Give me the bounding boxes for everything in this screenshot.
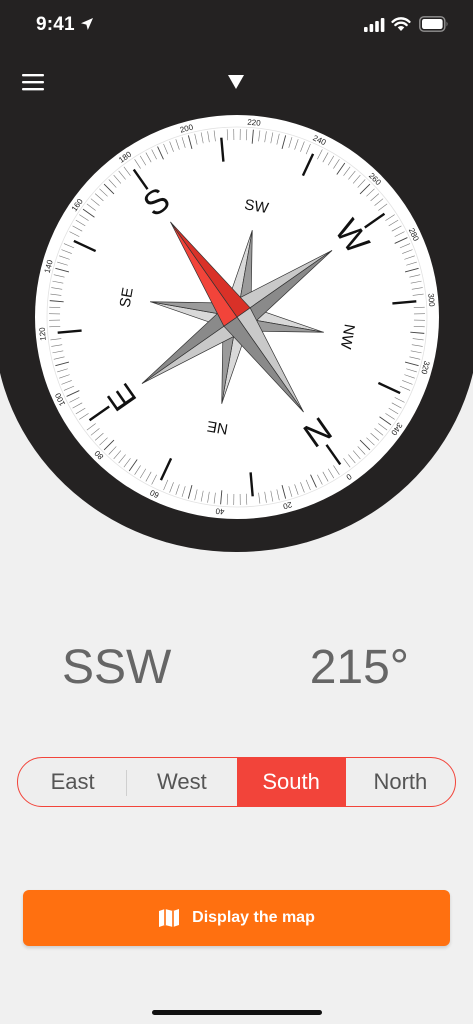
display-map-label: Display the map: [192, 909, 315, 926]
degree-label: 220: [247, 118, 262, 128]
cellular-signal-icon: [364, 18, 385, 32]
direction-readout: SSW: [62, 641, 172, 694]
direction-segmented-control: East West South North: [17, 757, 456, 807]
compass-dial[interactable]: 020406080100120140160180200 2202402602803…: [35, 115, 439, 519]
compass-screen: 9:41 0 20 40 60 80 100 120 140 160 180 2…: [0, 0, 473, 1024]
degree-label: 120: [38, 326, 48, 341]
triangle-down-icon: [228, 75, 244, 89]
degree-label: 40: [215, 506, 225, 516]
degree-readout: 215°: [309, 641, 409, 694]
segment-west[interactable]: West: [127, 758, 236, 806]
direction-letter: SE: [117, 286, 137, 309]
degree-label: 300: [426, 293, 436, 308]
direction-letter: NE: [206, 417, 229, 437]
map-icon: [159, 909, 180, 927]
location-arrow-icon: [81, 18, 93, 30]
hamburger-menu-icon[interactable]: [22, 72, 44, 92]
status-bar: 9:41: [0, 0, 473, 50]
home-indicator: [152, 1010, 322, 1015]
wifi-icon: [391, 17, 411, 31]
segment-north[interactable]: North: [346, 758, 455, 806]
battery-icon: [419, 16, 448, 32]
segment-south[interactable]: South: [236, 758, 346, 806]
segment-east[interactable]: East: [18, 758, 128, 806]
status-time: 9:41: [36, 14, 75, 35]
display-map-button[interactable]: Display the map: [23, 890, 450, 946]
